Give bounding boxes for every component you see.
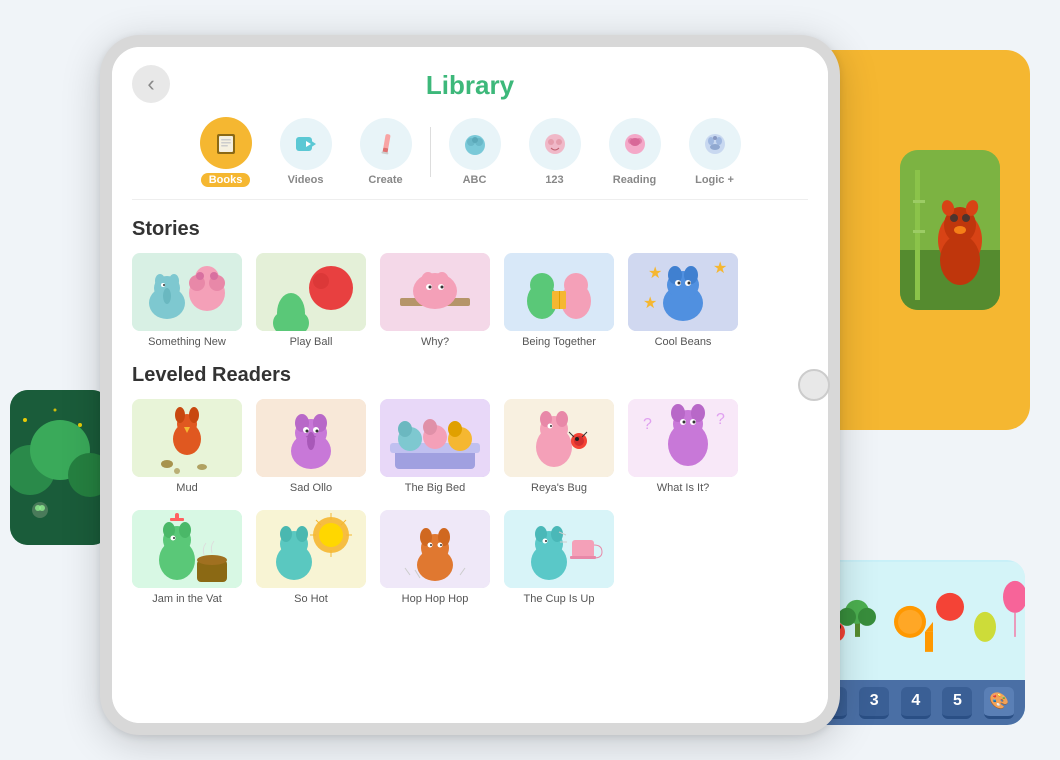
cat-logic[interactable]: Logic +	[675, 118, 755, 186]
logic-label: Logic +	[695, 174, 734, 186]
category-bar: Books Videos	[132, 117, 808, 200]
cat-create[interactable]: Create	[346, 118, 426, 186]
create-label: Create	[368, 174, 402, 186]
book-being-together[interactable]: Being Together	[504, 253, 614, 348]
book-cover-reyas-bug	[504, 399, 614, 477]
svg-text:?: ?	[643, 416, 652, 433]
book-cover-mud	[132, 399, 242, 477]
book-label-jam-in-the-vat: Jam in the Vat	[152, 593, 222, 605]
book-cover-why	[380, 253, 490, 331]
book-label-hop-hop-hop: Hop Hop Hop	[402, 593, 469, 605]
book-label-something-new: Something New	[148, 336, 226, 348]
create-icon	[360, 118, 412, 170]
book-label-mud: Mud	[176, 482, 197, 494]
book-label-play-ball: Play Ball	[290, 336, 333, 348]
book-cool-beans[interactable]: ★ ★ ★ Cool Beans	[628, 253, 738, 348]
videos-label: Videos	[288, 174, 324, 186]
book-cover-play-ball	[256, 253, 366, 331]
book-reyas-bug[interactable]: Reya's Bug	[504, 399, 614, 494]
num-tile-3[interactable]: 3	[859, 687, 889, 719]
one23-icon	[529, 118, 581, 170]
book-cover-hop-hop-hop	[380, 510, 490, 588]
back-button[interactable]	[132, 65, 170, 103]
bg-left-app-card	[10, 390, 110, 545]
num-tile-extra[interactable]: 🎨	[984, 687, 1014, 719]
cat-videos[interactable]: Videos	[266, 118, 346, 186]
leveled-readers-section: Leveled Readers	[132, 364, 808, 605]
logic-icon	[689, 118, 741, 170]
book-label-reyas-bug: Reya's Bug	[531, 482, 587, 494]
book-hop-hop-hop[interactable]: Hop Hop Hop	[380, 510, 490, 605]
book-cover-being-together	[504, 253, 614, 331]
svg-text:★: ★	[713, 260, 727, 277]
cat-books[interactable]: Books	[186, 117, 266, 187]
videos-icon	[280, 118, 332, 170]
reading-label: Reading	[613, 174, 656, 186]
library-screen: Library Books	[112, 47, 828, 723]
book-label-the-cup-is-up: The Cup Is Up	[524, 593, 595, 605]
one23-label: 123	[545, 174, 563, 186]
abc-icon	[449, 118, 501, 170]
cat-123[interactable]: 123	[515, 118, 595, 186]
book-cover-cool-beans: ★ ★ ★	[628, 253, 738, 331]
book-mud[interactable]: Mud	[132, 399, 242, 494]
book-cover-sad-ollo	[256, 399, 366, 477]
book-sad-ollo[interactable]: Sad Ollo	[256, 399, 366, 494]
book-cover-the-cup-is-up	[504, 510, 614, 588]
book-something-new[interactable]: Something New	[132, 253, 242, 348]
book-cover-something-new	[132, 253, 242, 331]
stories-grid: Something New	[132, 253, 808, 348]
book-label-cool-beans: Cool Beans	[655, 336, 712, 348]
category-divider	[430, 127, 431, 177]
bg-right-animal-card	[900, 150, 1000, 310]
home-button[interactable]	[798, 369, 830, 401]
cat-reading[interactable]: Reading	[595, 118, 675, 186]
book-play-ball[interactable]: Play Ball	[256, 253, 366, 348]
svg-text:★: ★	[648, 265, 662, 282]
reading-icon	[609, 118, 661, 170]
books-icon	[200, 117, 252, 169]
leveled-grid-row2: Jam in the Vat	[132, 510, 808, 605]
svg-text:★: ★	[643, 295, 657, 312]
book-what-is-it[interactable]: ? ? What Is It?	[628, 399, 738, 494]
book-the-cup-is-up[interactable]: The Cup Is Up	[504, 510, 614, 605]
leveled-readers-title: Leveled Readers	[132, 364, 808, 387]
book-jam-in-the-vat[interactable]: Jam in the Vat	[132, 510, 242, 605]
page-title: Library	[132, 62, 808, 101]
book-so-hot[interactable]: So Hot	[256, 510, 366, 605]
book-cover-what-is-it: ? ?	[628, 399, 738, 477]
book-label-so-hot: So Hot	[294, 593, 328, 605]
tablet-frame: Library Books	[100, 35, 840, 735]
book-cover-jam-in-the-vat	[132, 510, 242, 588]
book-label-being-together: Being Together	[522, 336, 596, 348]
num-tile-5[interactable]: 5	[942, 687, 972, 719]
stories-section: Stories	[132, 218, 808, 348]
books-label: Books	[201, 173, 251, 187]
book-cover-so-hot	[256, 510, 366, 588]
book-the-big-bed[interactable]: The Big Bed	[380, 399, 490, 494]
cat-abc[interactable]: ABC	[435, 118, 515, 186]
leveled-grid-row1: Mud	[132, 399, 808, 494]
abc-label: ABC	[463, 174, 487, 186]
book-label-what-is-it: What Is It?	[657, 482, 710, 494]
book-cover-the-big-bed	[380, 399, 490, 477]
num-tile-4[interactable]: 4	[901, 687, 931, 719]
book-why[interactable]: Why?	[380, 253, 490, 348]
book-label-the-big-bed: The Big Bed	[405, 482, 466, 494]
svg-text:?: ?	[716, 411, 725, 428]
stories-title: Stories	[132, 218, 808, 241]
book-label-sad-ollo: Sad Ollo	[290, 482, 332, 494]
book-label-why: Why?	[421, 336, 449, 348]
